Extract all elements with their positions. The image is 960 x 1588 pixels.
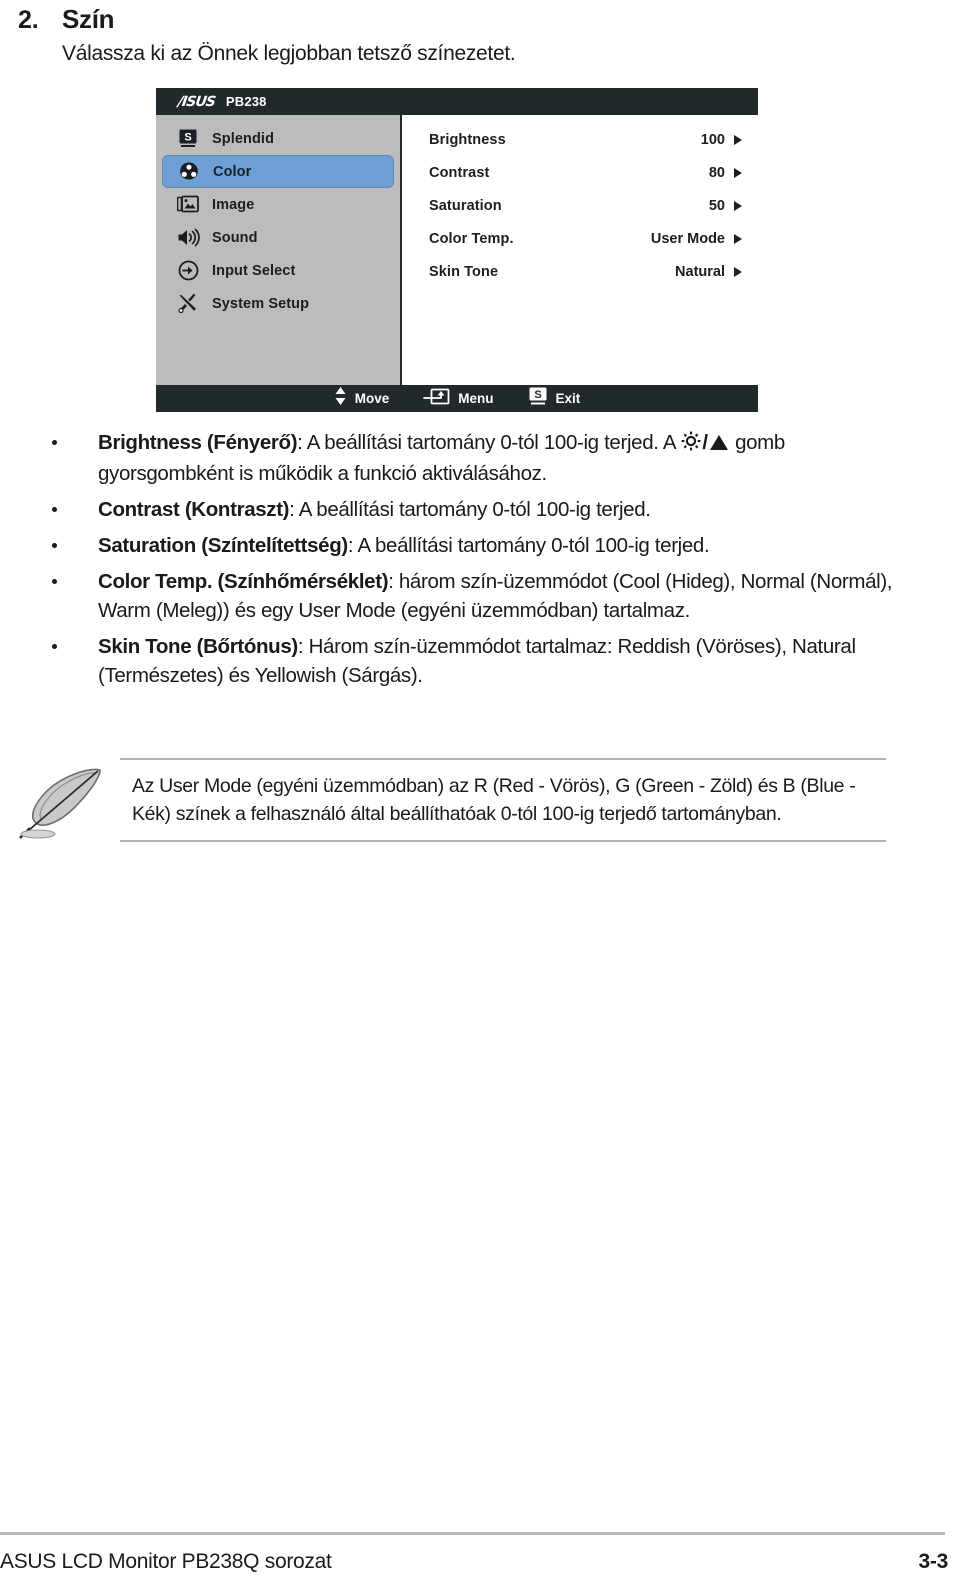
- list-item: Skin Tone (Bőrtónus): Három szín-üzemmód…: [40, 632, 920, 690]
- option-value: User Mode: [650, 230, 725, 247]
- description-bullet-list: Brightness (Fényerő): A beállítási tarto…: [40, 428, 920, 697]
- menu-enter-icon: [423, 387, 450, 411]
- page-title: Szín: [62, 4, 115, 34]
- option-value: 100: [700, 131, 725, 148]
- osd-footer-label: Move: [354, 391, 390, 406]
- osd-footer-exit[interactable]: S Exit: [528, 387, 581, 411]
- bullet-term: Color Temp. (Színhőmérséklet): [98, 570, 389, 593]
- bullet-term: Saturation (Színtelítettség): [98, 534, 348, 557]
- brightness-sun-icon: [681, 430, 701, 459]
- option-value: 80: [708, 164, 725, 181]
- option-value: Natural: [675, 263, 725, 280]
- section-subtitle: Válassza ki az Önnek legjobban tetsző sz…: [62, 42, 516, 65]
- sidebar-item-label: Input Select: [212, 262, 296, 279]
- sidebar-item-label: Splendid: [212, 130, 275, 147]
- option-row-skin-tone[interactable]: Skin Tone Natural: [402, 255, 758, 288]
- asus-logo-icon: /ISUS: [176, 93, 216, 110]
- list-item: Contrast (Kontraszt): A beállítási tarto…: [40, 495, 920, 524]
- bullet-term: Brightness (Fényerő): [98, 431, 298, 454]
- sidebar-item-label: Color: [213, 163, 252, 180]
- option-label: Saturation: [429, 197, 502, 214]
- option-label: Skin Tone: [429, 263, 499, 280]
- bullet-term: Skin Tone (Bőrtónus): [98, 635, 298, 658]
- sidebar-item-input-select[interactable]: Input Select: [162, 254, 394, 287]
- speaker-icon: [176, 227, 200, 249]
- bullet-text-before: : A beállítási tartomány 0-tól 100-ig te…: [297, 431, 681, 454]
- sidebar-item-color[interactable]: Color: [162, 155, 394, 188]
- osd-footer-bar: Move Menu S Exit: [156, 385, 758, 412]
- option-value: 50: [708, 197, 725, 214]
- option-row-saturation[interactable]: Saturation 50: [402, 189, 758, 222]
- osd-footer-menu[interactable]: Menu: [423, 387, 494, 411]
- sidebar-item-label: System Setup: [212, 295, 310, 312]
- osd-options-panel: Brightness 100 Contrast 80 Saturation 50: [402, 115, 758, 385]
- sidebar-item-label: Image: [212, 196, 255, 213]
- sidebar-item-system-setup[interactable]: System Setup: [162, 287, 394, 320]
- osd-model-label: PB238: [225, 94, 267, 109]
- option-row-brightness[interactable]: Brightness 100: [402, 123, 758, 156]
- option-label: Color Temp.: [429, 230, 514, 247]
- footer-divider: [0, 1532, 945, 1535]
- chevron-right-icon[interactable]: [734, 200, 742, 211]
- osd-footer-move[interactable]: Move: [334, 386, 390, 411]
- footer-document-title: ASUS LCD Monitor PB238Q sorozat: [0, 1550, 332, 1573]
- chevron-right-icon[interactable]: [734, 233, 742, 244]
- section-number: 2.: [18, 6, 39, 34]
- osd-body: S Splendid Color Image Sound Input Selec…: [156, 115, 758, 385]
- feather-pen-icon: [8, 760, 116, 840]
- sidebar-item-image[interactable]: Image: [162, 188, 394, 221]
- color-palette-icon: [177, 161, 201, 183]
- chevron-right-icon[interactable]: [734, 266, 742, 277]
- svg-text:S: S: [184, 132, 191, 144]
- section-heading: 2. Szín: [0, 4, 960, 44]
- footer-page-number: 3-3: [918, 1550, 949, 1573]
- osd-menu: /ISUS PB238 S Splendid Color Image Sound…: [156, 88, 758, 412]
- list-item: Color Temp. (Színhőmérséklet): három szí…: [40, 567, 920, 625]
- option-row-color-temp[interactable]: Color Temp. User Mode: [402, 222, 758, 255]
- list-item: Saturation (Színtelítettség): A beállítá…: [40, 531, 920, 560]
- page-footer: ASUS LCD Monitor PB238Q sorozat 3-3: [0, 1522, 960, 1588]
- note-text: Az User Mode (egyéni üzemmódban) az R (R…: [132, 775, 856, 825]
- bullet-text: : A beállítási tartomány 0-tól 100-ig te…: [347, 534, 710, 557]
- bullet-text: : A beállítási tartomány 0-tól 100-ig te…: [289, 498, 651, 521]
- option-label: Brightness: [429, 131, 506, 148]
- osd-sidebar: S Splendid Color Image Sound Input Selec…: [156, 115, 402, 385]
- splendid-s-icon: S: [528, 387, 548, 411]
- list-item: Brightness (Fényerő): A beállítási tarto…: [40, 428, 920, 488]
- up-down-arrows-icon: [334, 386, 347, 411]
- note-bottom-rule: [120, 840, 886, 842]
- image-icon: [176, 194, 200, 216]
- sidebar-item-splendid[interactable]: S Splendid: [162, 122, 394, 155]
- osd-footer-label: Exit: [555, 391, 581, 406]
- chevron-right-icon[interactable]: [734, 167, 742, 178]
- bullet-icon-separator: /: [702, 431, 708, 454]
- splendid-s-icon: S: [176, 128, 200, 150]
- input-arrow-icon: [176, 260, 200, 282]
- tools-icon: [176, 293, 200, 315]
- sidebar-item-label: Sound: [212, 229, 258, 246]
- note-box: Az User Mode (egyéni üzemmódban) az R (R…: [120, 758, 886, 842]
- bullet-term: Contrast (Kontraszt): [98, 498, 290, 521]
- sidebar-item-sound[interactable]: Sound: [162, 221, 394, 254]
- up-triangle-icon: [709, 435, 728, 450]
- option-label: Contrast: [429, 164, 490, 181]
- svg-text:S: S: [534, 389, 541, 401]
- chevron-right-icon[interactable]: [734, 134, 742, 145]
- osd-titlebar: /ISUS PB238: [156, 88, 758, 115]
- option-row-contrast[interactable]: Contrast 80: [402, 156, 758, 189]
- osd-footer-label: Menu: [458, 391, 494, 406]
